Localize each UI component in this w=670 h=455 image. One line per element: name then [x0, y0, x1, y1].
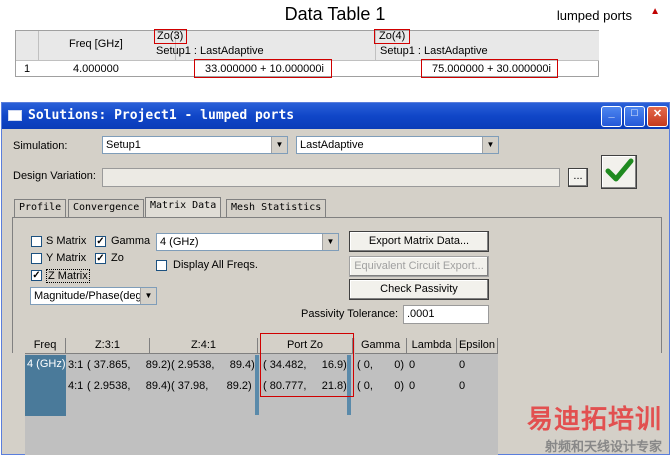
row-zo3: 33.000000 + 10.000000i — [205, 63, 324, 75]
row-index-header — [16, 31, 39, 60]
zo4-header-highlight: Zo(4) — [374, 29, 410, 44]
format-select[interactable]: Magnitude/Phase(deg ▼ — [30, 287, 157, 305]
column-divider — [255, 355, 259, 415]
data-table-window: Data Table 1 lumped ports ▲ Freq [GHz] S… — [0, 0, 670, 100]
grid-cell-epsilon: 0 — [459, 380, 466, 392]
watermark-sub: 射频和天线设计专家 — [544, 439, 662, 454]
grid-cell-z31: ( 2.9538, 89.4) — [87, 380, 171, 392]
tab-profile[interactable]: Profile — [14, 199, 67, 217]
simulation-label: Simulation: — [13, 140, 68, 152]
adaptive-select-value: LastAdaptive — [300, 139, 364, 151]
equivalent-circuit-export-button[interactable]: Equivalent Circuit Export... — [349, 256, 489, 277]
checkmark-icon — [605, 158, 634, 182]
simulation-select-value: Setup1 — [106, 139, 141, 151]
zo3-header-highlight: Zo(3) — [154, 29, 187, 44]
simulation-select[interactable]: Setup1 ▼ — [102, 136, 288, 154]
results-grid[interactable]: Freq Z:3:1 Z:4:1 Port Zo Gamma Lambda Ep… — [25, 333, 498, 455]
tab-convergence[interactable]: Convergence — [68, 199, 145, 217]
grid-cell-lambda: 0 — [409, 380, 416, 392]
display-all-label: Display All Freqs. — [173, 259, 258, 271]
display-all-checkbox[interactable] — [156, 260, 167, 271]
export-matrix-data-button[interactable]: Export Matrix Data... — [349, 231, 489, 252]
grid-header-gamma[interactable]: Gamma — [355, 338, 407, 354]
adaptive-select[interactable]: LastAdaptive ▼ — [296, 136, 499, 154]
grid-cell-z31: ( 37.865, 89.2) — [87, 359, 171, 371]
passivity-tolerance-value: .0001 — [407, 308, 435, 320]
window-icon — [8, 110, 22, 121]
watermark-main: 易迪拓培训 — [526, 404, 662, 434]
gamma-label: Gamma — [111, 235, 151, 247]
zo3-header: Setup1 : LastAdaptive — [156, 31, 376, 60]
freq-select-value: 4 (GHz) — [160, 236, 199, 248]
watermark: 易迪拓培训 射频和天线设计专家 — [527, 399, 662, 455]
passivity-tolerance-input[interactable]: .0001 — [403, 305, 489, 324]
grid-cell-z41: ( 2.9538, 89.4) — [171, 359, 255, 371]
gamma-checkbox[interactable]: ✓ — [95, 236, 106, 247]
grid-header-z31[interactable]: Z:3:1 — [66, 338, 150, 354]
s-matrix-label: S Matrix — [46, 235, 87, 247]
maximize-icon[interactable]: □ — [624, 106, 645, 127]
zo-label: Zo — [111, 252, 124, 264]
grid-cell-lambda: 0 — [409, 359, 416, 371]
minimize-icon[interactable]: _ — [601, 106, 622, 127]
chevron-down-icon[interactable]: ▼ — [271, 137, 287, 153]
z-matrix-checkbox[interactable]: ✓ — [31, 270, 42, 281]
zo3-header-sub: Setup1 : LastAdaptive — [156, 45, 264, 57]
zo3-header-label: Zo(3) — [157, 30, 184, 42]
close-icon[interactable]: ✕ — [647, 106, 668, 127]
table-row: 1 4.000000 33.000000 + 10.000000i 75.000… — [16, 59, 599, 78]
chevron-down-icon[interactable]: ▼ — [140, 288, 156, 304]
check-passivity-button[interactable]: Check Passivity — [349, 279, 489, 300]
format-select-value: Magnitude/Phase(deg — [34, 290, 142, 302]
zo3-value-highlight: 33.000000 + 10.000000i — [194, 59, 332, 78]
grid-cell-epsilon: 0 — [459, 359, 466, 371]
passivity-tolerance-label: Passivity Tolerance: — [301, 308, 399, 320]
dialog-title: Solutions: Project1 - lumped ports — [28, 108, 295, 123]
grid-cell-gamma: ( 0, 0) — [357, 380, 405, 392]
grid-header-epsilon[interactable]: Epsilon — [457, 338, 498, 354]
y-matrix-label: Y Matrix — [46, 252, 87, 264]
data-table-brand: lumped ports — [556, 8, 632, 23]
browse-button[interactable]: ... — [568, 168, 588, 187]
tab-matrix-data[interactable]: Matrix Data — [145, 197, 222, 218]
grid-header-lambda[interactable]: Lambda — [407, 338, 457, 354]
grid-cell-gamma: ( 0, 0) — [357, 359, 405, 371]
warning-icon: ▲ — [650, 6, 660, 17]
chevron-down-icon[interactable]: ▼ — [322, 234, 338, 250]
grid-header-freq[interactable]: Freq — [25, 338, 66, 354]
row-freq: 4.000000 — [73, 63, 119, 75]
grid-header-z41[interactable]: Z:4:1 — [150, 338, 258, 354]
grid-cell-z41: ( 37.98, 89.2) — [171, 380, 252, 392]
row-index: 1 — [24, 63, 31, 75]
z-matrix-label: Z Matrix — [46, 269, 90, 283]
freq-select[interactable]: 4 (GHz) ▼ — [156, 233, 339, 251]
grid-row-label: 4:1 — [68, 380, 84, 392]
apply-button[interactable] — [601, 155, 637, 189]
dialog-titlebar[interactable]: Solutions: Project1 - lumped ports _ □ ✕ — [2, 103, 669, 129]
zo-checkbox[interactable]: ✓ — [95, 253, 106, 264]
row-zo4: 75.000000 + 30.000000i — [432, 63, 551, 75]
chevron-down-icon[interactable]: ▼ — [482, 137, 498, 153]
zo4-value-highlight: 75.000000 + 30.000000i — [421, 59, 558, 78]
design-variation-field[interactable] — [102, 168, 560, 187]
freq-header-label: Freq [GHz] — [69, 38, 123, 50]
y-matrix-checkbox[interactable] — [31, 253, 42, 264]
grid-row-label: 3:1 — [68, 359, 84, 371]
port-zo-highlight — [260, 333, 354, 397]
s-matrix-checkbox[interactable] — [31, 236, 42, 247]
data-table-grid: Freq [GHz] Setup1 : LastAdaptive Setup1 … — [15, 29, 599, 78]
grid-freq-cell[interactable]: 4 (GHz) — [27, 358, 66, 370]
zo4-header-label: Zo(4) — [379, 30, 406, 42]
zo4-header-sub: Setup1 : LastAdaptive — [380, 45, 488, 57]
design-variation-label: Design Variation: — [13, 170, 96, 182]
tab-mesh-statistics[interactable]: Mesh Statistics — [226, 199, 327, 217]
